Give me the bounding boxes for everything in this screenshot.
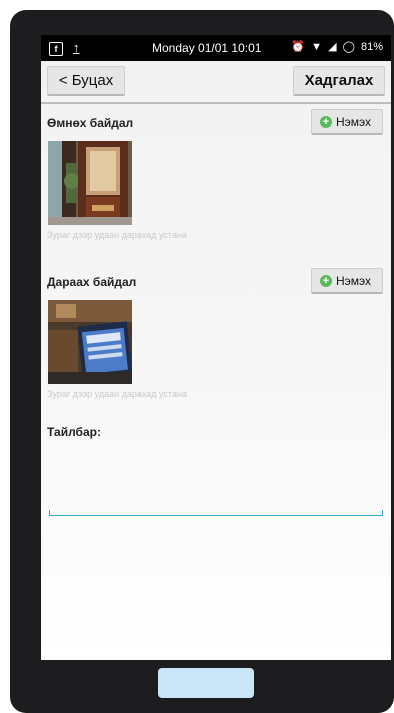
add-before-photo-button[interactable]: + Нэмэх	[311, 109, 383, 135]
after-photo-image	[48, 300, 132, 384]
save-button[interactable]: Хадгалах	[293, 66, 385, 96]
before-photo-image	[48, 141, 132, 225]
add-after-label: Нэмэх	[336, 274, 372, 288]
before-hint: Зураг дээр удаан дарахад устана	[47, 230, 187, 240]
before-photo[interactable]	[48, 141, 132, 225]
header-divider	[41, 102, 391, 104]
after-photo[interactable]	[48, 300, 132, 384]
back-button[interactable]: < Буцах	[47, 66, 125, 96]
after-section-title: Дараах байдал	[47, 275, 137, 289]
add-before-label: Нэмэх	[336, 115, 372, 129]
note-label: Тайлбар:	[47, 425, 101, 439]
status-bar: f ↑ Monday 01/01 10:01 ⏰ ▼ ◢ ◯ 81%	[41, 35, 391, 61]
note-input[interactable]	[49, 510, 383, 516]
facebook-icon: f	[49, 42, 63, 56]
phone-frame: f ↑ Monday 01/01 10:01 ⏰ ▼ ◢ ◯ 81% < Буца…	[10, 10, 394, 713]
home-button[interactable]	[158, 668, 254, 698]
status-system-icons: ⏰ ▼ ◢ ◯ 81%	[288, 40, 383, 53]
battery-level: 81%	[360, 41, 383, 53]
before-section-title: Өмнөх байдал	[47, 116, 134, 130]
alarm-icon: ⏰	[291, 41, 306, 53]
app-screen: f ↑ Monday 01/01 10:01 ⏰ ▼ ◢ ◯ 81% < Буца…	[41, 35, 391, 660]
upload-icon: ↑	[73, 40, 80, 55]
status-notification-icons: f ↑	[49, 40, 80, 56]
add-after-photo-button[interactable]: + Нэмэх	[311, 268, 383, 294]
status-time: Monday 01/01 10:01	[152, 41, 262, 55]
plus-icon: +	[320, 116, 332, 128]
wifi-icon: ▼	[311, 41, 322, 53]
battery-icon: ◯	[342, 41, 355, 53]
signal-icon: ◢	[328, 41, 337, 53]
after-hint: Зураг дээр удаан дарахад устана	[47, 389, 187, 399]
plus-icon: +	[320, 275, 332, 287]
